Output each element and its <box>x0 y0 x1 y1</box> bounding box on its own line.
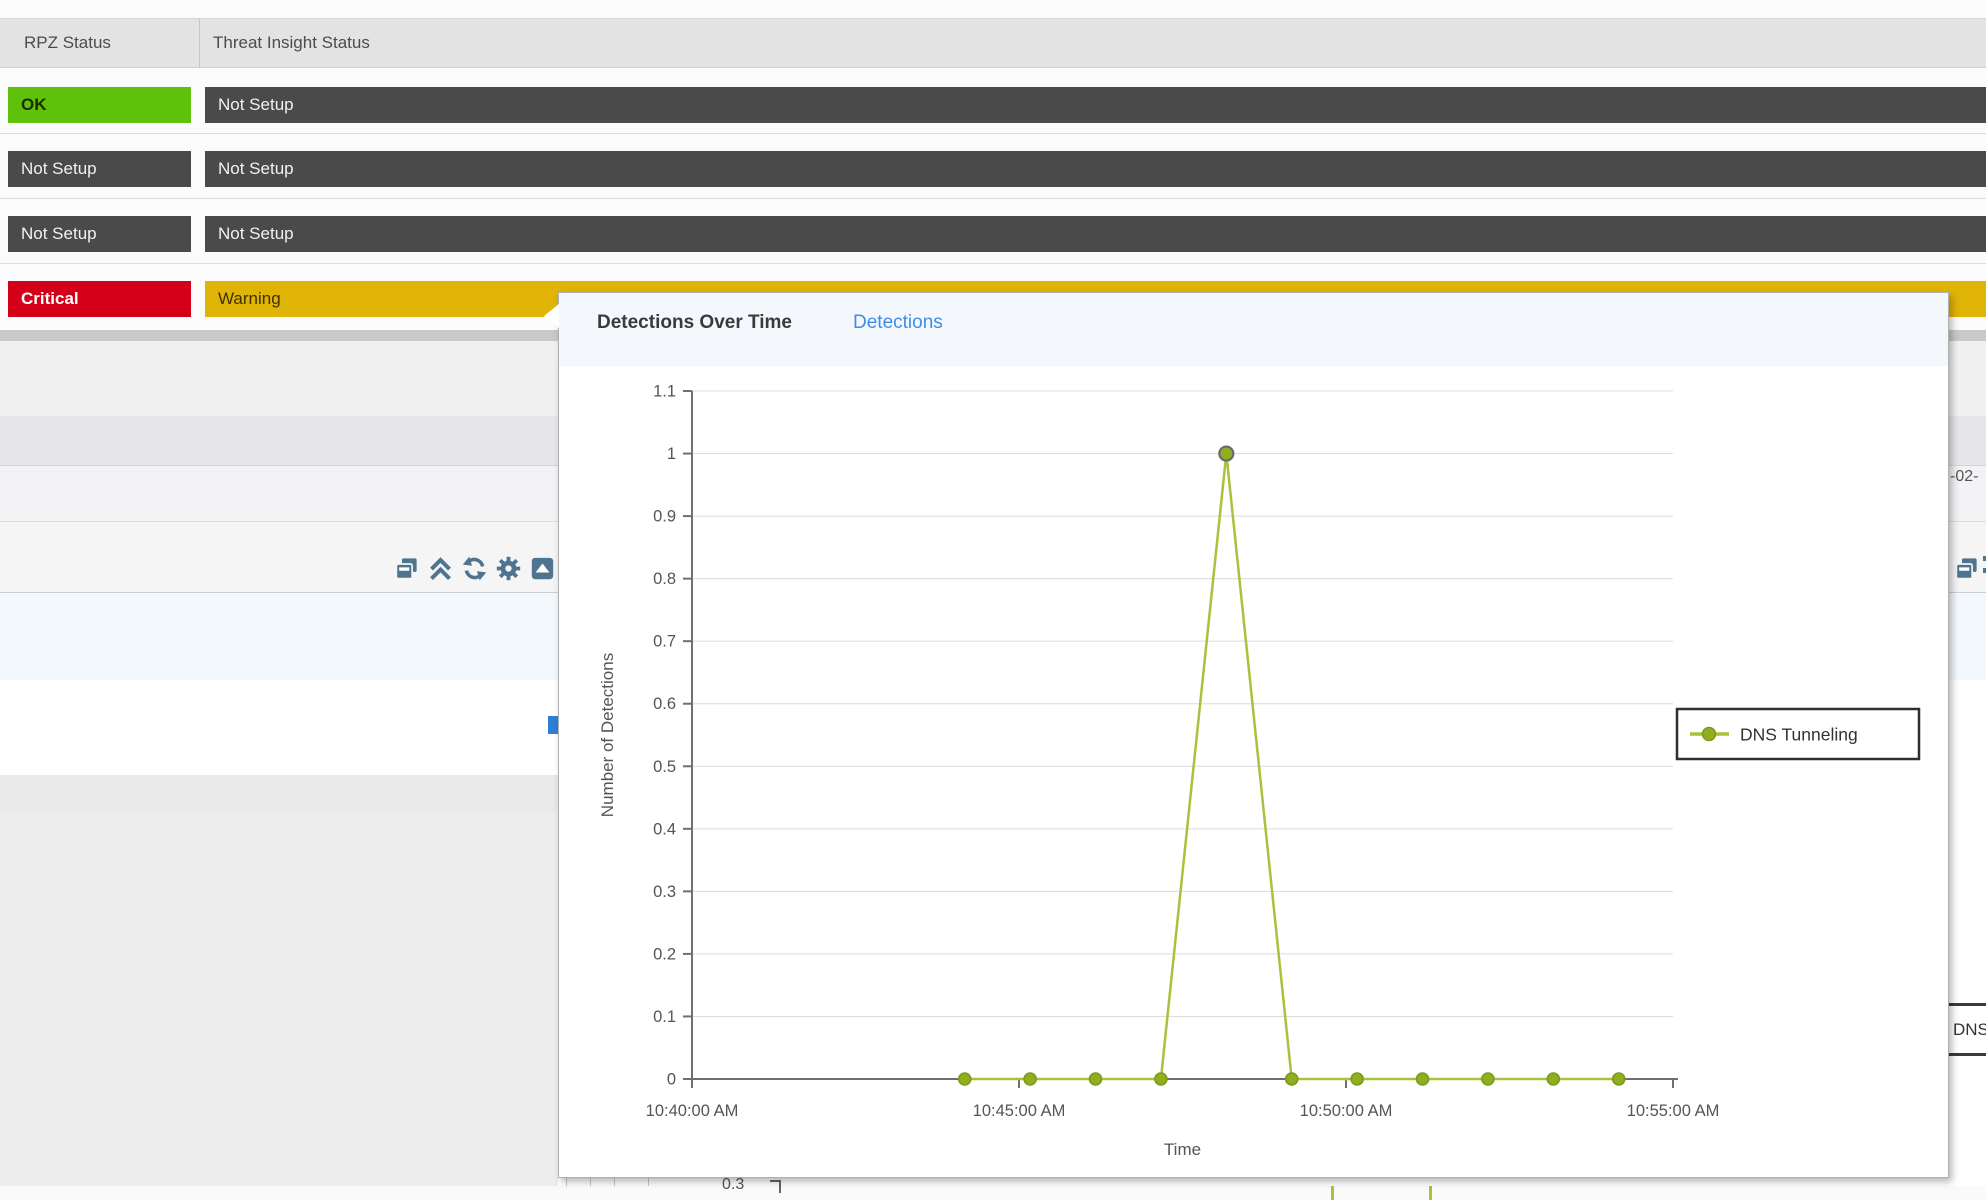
svg-text:0.5: 0.5 <box>653 758 676 776</box>
svg-text:10:40:00 AM: 10:40:00 AM <box>646 1102 739 1120</box>
rpz-status-badge[interactable]: Not Setup <box>8 216 191 252</box>
refresh-icon[interactable] <box>460 551 488 585</box>
bottom-strip <box>0 1186 1986 1200</box>
row-divider <box>0 133 1986 134</box>
svg-text:0.7: 0.7 <box>653 633 676 651</box>
column-divider <box>199 19 200 67</box>
threat-insight-status-badge[interactable]: Not Setup <box>205 216 1986 252</box>
data-point[interactable] <box>1417 1073 1429 1085</box>
row-divider <box>0 263 1986 264</box>
svg-text:0.8: 0.8 <box>653 570 676 588</box>
threat-insight-status-badge[interactable]: Not Setup <box>205 151 1986 187</box>
popup-callout-tail <box>544 303 560 329</box>
partial-axis-tick <box>770 1180 781 1193</box>
svg-text:0: 0 <box>667 1071 676 1089</box>
scroll-to-top-icon[interactable] <box>528 551 556 585</box>
data-point[interactable] <box>1024 1073 1036 1085</box>
detections-popup: Detections Over Time Detections 00.10.20… <box>558 292 1949 1178</box>
copy-icon[interactable] <box>392 551 420 585</box>
data-point[interactable] <box>1090 1073 1102 1085</box>
svg-text:1: 1 <box>667 445 676 463</box>
status-table-header: RPZ Status Threat Insight Status <box>0 18 1986 68</box>
threat-insight-status-badge[interactable]: Not Setup <box>205 87 1986 123</box>
rpz-status-badge[interactable]: Not Setup <box>8 151 191 187</box>
svg-text:10:45:00 AM: 10:45:00 AM <box>973 1102 1066 1120</box>
collapse-up-icon[interactable] <box>426 551 454 585</box>
dashboard-screen: RPZ Status Threat Insight Status OK Not … <box>0 0 1986 1200</box>
copy-icon[interactable] <box>1952 551 1980 585</box>
widget-toolbar <box>392 551 556 585</box>
partial-series-fragment <box>1429 1186 1432 1200</box>
svg-text:0.1: 0.1 <box>653 1008 676 1026</box>
svg-text:DNS Tunneling: DNS Tunneling <box>1740 725 1858 745</box>
svg-text:10:50:00 AM: 10:50:00 AM <box>1300 1102 1393 1120</box>
svg-text:0.3: 0.3 <box>653 883 676 901</box>
data-point[interactable] <box>1219 447 1233 461</box>
svg-text:0.2: 0.2 <box>653 945 676 963</box>
partial-series-fragment <box>1331 1186 1334 1200</box>
data-point[interactable] <box>959 1073 971 1085</box>
background-row <box>0 680 558 775</box>
background-chart-sliver <box>558 1177 1948 1186</box>
y-axis-title: Number of Detections <box>598 653 617 817</box>
rpz-status-badge[interactable]: OK <box>8 87 191 123</box>
svg-text:0.4: 0.4 <box>653 820 676 838</box>
column-header-rpz-status: RPZ Status <box>24 19 111 67</box>
svg-text:1.1: 1.1 <box>653 383 676 401</box>
data-point[interactable] <box>1613 1073 1625 1085</box>
data-point[interactable] <box>1547 1073 1559 1085</box>
chart-legend[interactable]: DNS Tunneling <box>1677 709 1919 759</box>
settings-icon[interactable] <box>494 551 522 585</box>
data-point[interactable] <box>1351 1073 1363 1085</box>
column-header-threat-insight-status: Threat Insight Status <box>213 19 370 67</box>
detections-line-chart: 0 0.1 0.2 0.3 0.4 0.5 0.6 0.7 0.8 0.9 1 1.1 10:40:00… <box>559 366 1948 1177</box>
background-panel <box>0 812 558 1186</box>
data-point[interactable] <box>1482 1073 1494 1085</box>
background-row <box>0 775 558 812</box>
svg-text:10:55:00 AM: 10:55:00 AM <box>1627 1102 1720 1120</box>
x-axis-title: Time <box>1164 1140 1201 1159</box>
widget-toolbar-fragment <box>1952 551 1980 585</box>
row-divider <box>0 198 1986 199</box>
data-point[interactable] <box>1286 1073 1298 1085</box>
partial-axis-tick-label: 0.3 <box>722 1176 744 1194</box>
data-point[interactable] <box>1155 1073 1167 1085</box>
svg-text:0.9: 0.9 <box>653 508 676 526</box>
svg-text:0.6: 0.6 <box>653 695 676 713</box>
rpz-status-badge[interactable]: Critical <box>8 281 191 317</box>
partial-date-text: -02- <box>1950 466 1978 488</box>
popup-title: Detections Over Time <box>597 293 792 353</box>
background-chart-area <box>1948 680 1986 1186</box>
detections-link[interactable]: Detections <box>853 293 943 353</box>
popup-header: Detections Over Time Detections <box>559 293 1948 366</box>
